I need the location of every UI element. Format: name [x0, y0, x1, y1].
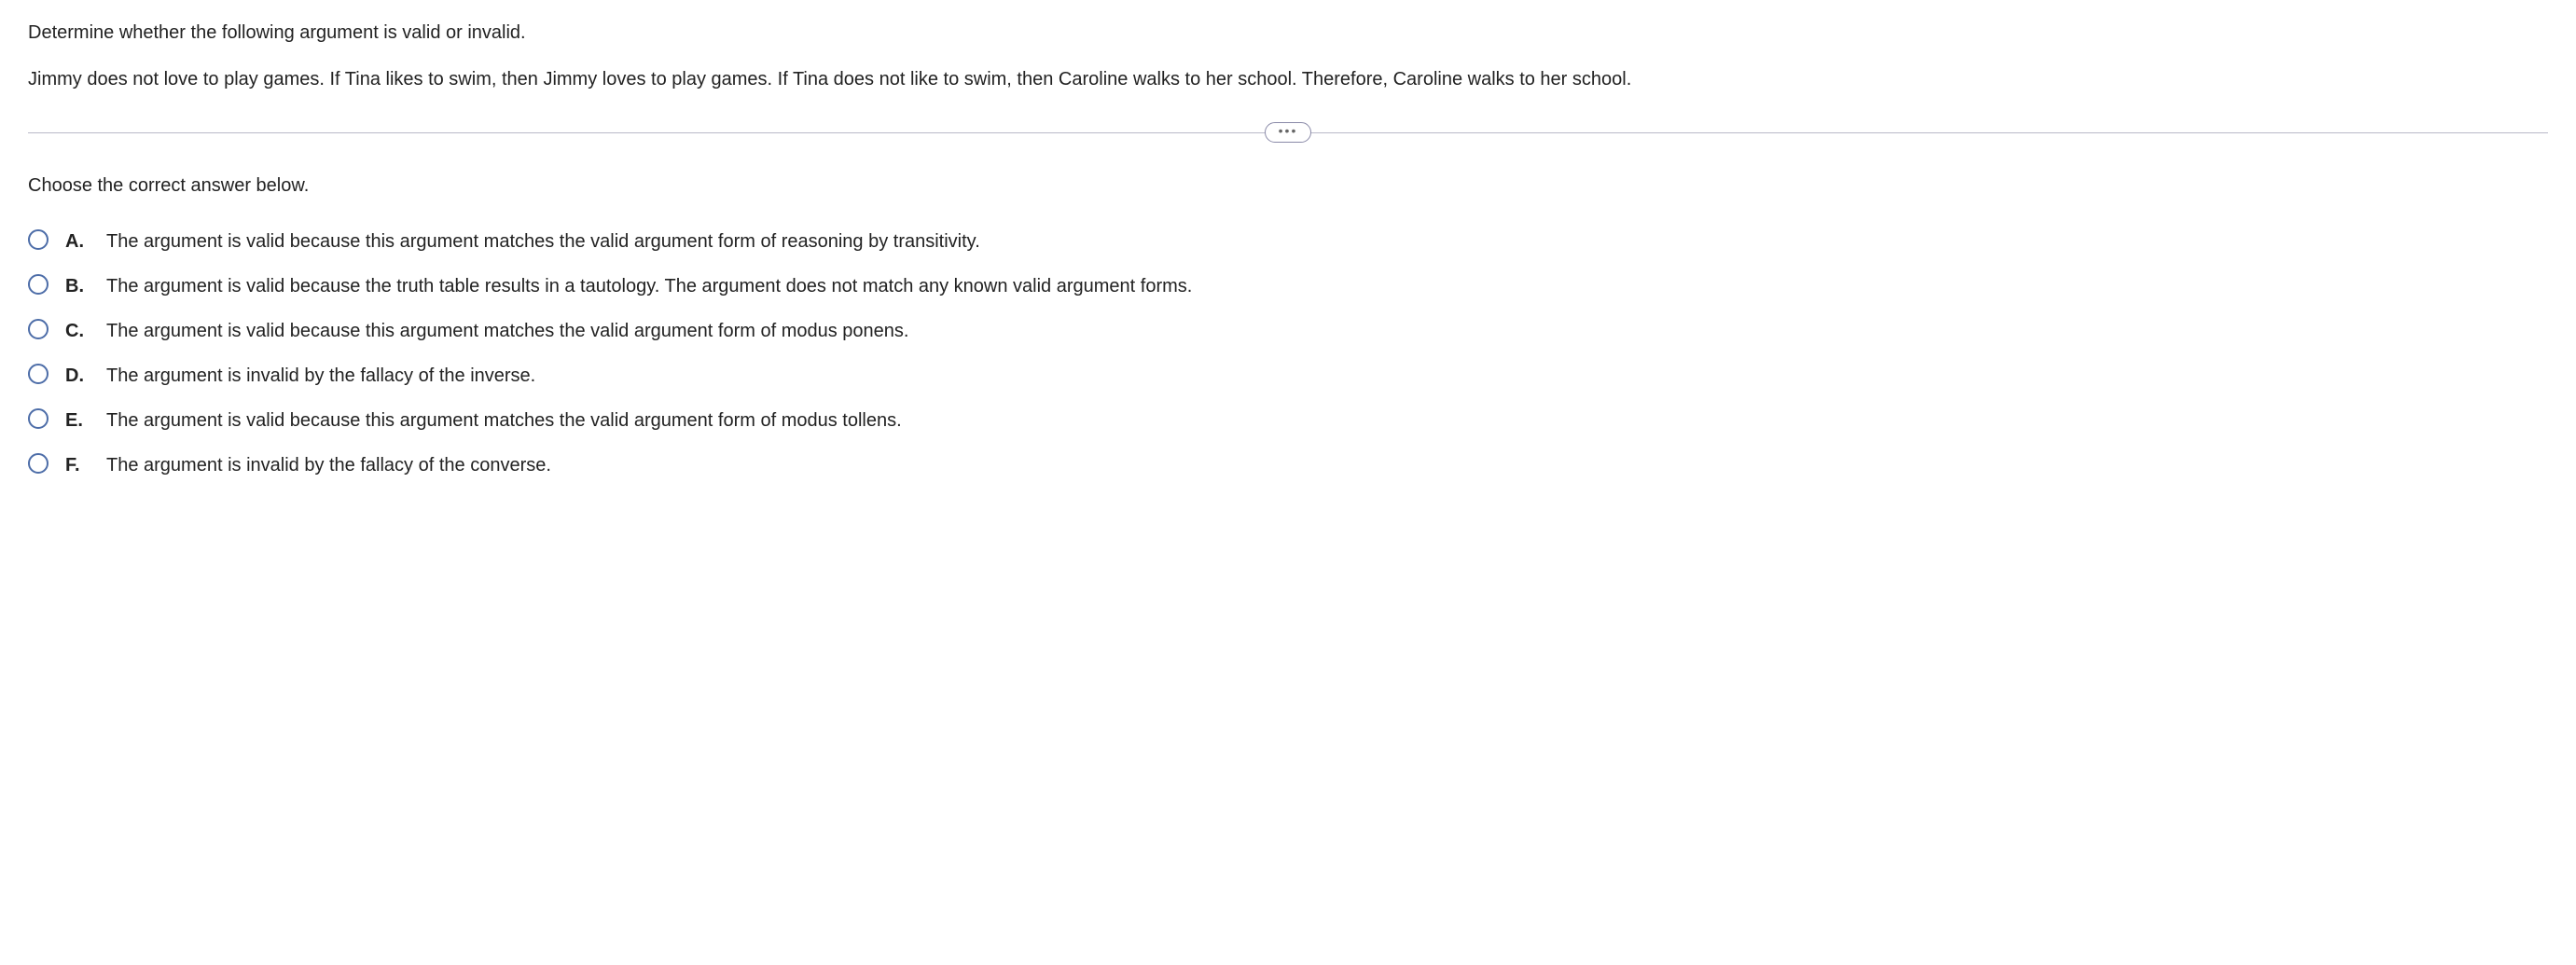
option-a: A. The argument is valid because this ar…: [28, 227, 2548, 255]
radio-e[interactable]: [28, 408, 48, 429]
divider-line-left: [28, 132, 1266, 133]
option-text: The argument is valid because this argum…: [106, 407, 2548, 434]
option-d: D. The argument is invalid by the fallac…: [28, 362, 2548, 390]
option-letter: C.: [65, 317, 90, 345]
radio-a[interactable]: [28, 229, 48, 250]
answer-prompt: Choose the correct answer below.: [28, 172, 2548, 200]
ellipsis-icon: •••: [1279, 124, 1298, 137]
question-stem: Determine whether the following argument…: [28, 19, 2548, 47]
section-divider: •••: [28, 121, 2548, 144]
option-text: The argument is valid because this argum…: [106, 227, 2548, 255]
option-letter: E.: [65, 407, 90, 434]
option-text: The argument is invalid by the fallacy o…: [106, 451, 2548, 479]
radio-d[interactable]: [28, 364, 48, 384]
radio-c[interactable]: [28, 319, 48, 339]
option-letter: B.: [65, 272, 90, 300]
option-e: E. The argument is valid because this ar…: [28, 407, 2548, 434]
options-list: A. The argument is valid because this ar…: [28, 227, 2548, 479]
radio-b[interactable]: [28, 274, 48, 295]
option-c: C. The argument is valid because this ar…: [28, 317, 2548, 345]
option-letter: A.: [65, 227, 90, 255]
option-b: B. The argument is valid because the tru…: [28, 272, 2548, 300]
expand-toggle[interactable]: •••: [1265, 122, 1311, 143]
divider-line-right: [1310, 132, 2548, 133]
option-letter: D.: [65, 362, 90, 390]
option-text: The argument is valid because the truth …: [106, 272, 2548, 300]
option-letter: F.: [65, 451, 90, 479]
question-body: Jimmy does not love to play games. If Ti…: [28, 65, 2548, 93]
radio-f[interactable]: [28, 453, 48, 474]
option-f: F. The argument is invalid by the fallac…: [28, 451, 2548, 479]
option-text: The argument is valid because this argum…: [106, 317, 2548, 345]
option-text: The argument is invalid by the fallacy o…: [106, 362, 2548, 390]
